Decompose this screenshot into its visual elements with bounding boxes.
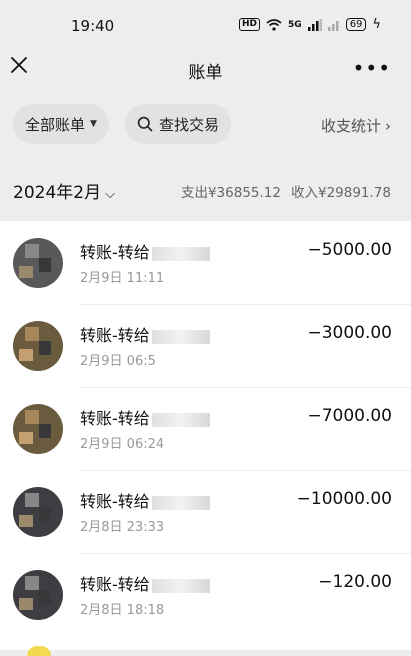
redacted-name xyxy=(151,578,210,593)
more-button[interactable]: ••• xyxy=(353,56,391,80)
transaction-date: 2月9日 06:24 xyxy=(80,437,165,452)
filter-bar: 全部账单 ▼ 查找交易 收支统计 › xyxy=(0,104,411,146)
transaction-amount: −5000.00 xyxy=(307,240,392,260)
search-icon xyxy=(137,116,153,132)
chevron-down-icon: ⌵ xyxy=(105,187,115,202)
wifi-icon xyxy=(266,18,282,31)
all-bills-label: 全部账单 xyxy=(25,115,86,134)
status-bar: 19:40 HD 5G 69 ϟ xyxy=(0,0,411,46)
transaction-title-text: 转账-转给 xyxy=(80,326,150,345)
transaction-date: 2月9日 06:5 xyxy=(80,354,156,369)
transaction-title-text: 转账-转给 xyxy=(80,492,150,511)
month-summary: 2024年2月 ⌵ 支出¥36855.12 收入¥29891.78 xyxy=(0,176,411,204)
page-title: 账单 xyxy=(188,63,223,83)
stats-label: 收支统计 xyxy=(320,117,381,135)
avatar xyxy=(13,570,63,620)
transaction-title: 转账-转给 xyxy=(80,571,210,595)
signal-weak-icon xyxy=(327,20,339,31)
status-icons: HD 5G 69 ϟ xyxy=(239,18,381,31)
transaction-title-text: 转账-转给 xyxy=(80,575,150,594)
redacted-name xyxy=(151,246,210,261)
avatar xyxy=(27,646,51,656)
redacted-name xyxy=(151,412,210,427)
transaction-date: 2月9日 11:11 xyxy=(80,271,165,286)
month-label: 2024年2月 xyxy=(13,183,102,203)
expense-total: 支出¥36855.12 xyxy=(180,185,281,201)
avatar xyxy=(13,404,63,454)
transaction-date: 2月8日 18:18 xyxy=(80,603,165,618)
redacted-name xyxy=(151,329,210,344)
status-time: 19:40 xyxy=(71,17,115,35)
transaction-title: 转账-转给 xyxy=(80,488,210,512)
transaction-title: 转账-转给 xyxy=(80,322,210,346)
transaction-amount: −3000.00 xyxy=(307,323,392,343)
signal-icon xyxy=(307,18,322,31)
transaction-date: 2月8日 23:33 xyxy=(80,520,165,535)
transaction-row[interactable]: 转账-转给 2月8日 18:18 −120.00 xyxy=(0,553,411,636)
redacted-name xyxy=(151,495,210,510)
signal-5g-label: 5G xyxy=(288,19,302,30)
battery-icon: 69 xyxy=(345,18,367,31)
month-totals: 支出¥36855.12 收入¥29891.78 xyxy=(181,181,391,201)
transaction-title-text: 转账-转给 xyxy=(80,243,150,262)
income-total: 收入¥29891.78 xyxy=(290,185,391,201)
transaction-amount: −10000.00 xyxy=(296,489,392,509)
transaction-amount: −120.00 xyxy=(318,572,392,592)
transaction-row[interactable]: 转账-转给 2月9日 06:24 −7000.00 xyxy=(0,387,411,470)
transaction-row[interactable]: 转账-转给 2月9日 11:11 −5000.00 xyxy=(0,221,411,304)
transaction-row[interactable]: 转账-转给 2月8日 23:33 −10000.00 xyxy=(0,470,411,553)
transaction-list: 转账-转给 2月9日 11:11 −5000.00 转账-转给 2月9日 06:… xyxy=(0,221,411,650)
charging-icon: ϟ xyxy=(372,16,381,32)
avatar xyxy=(13,321,63,371)
transaction-title: 转账-转给 xyxy=(80,405,210,429)
income-expense-stats-link[interactable]: 收支统计 › xyxy=(321,115,391,136)
search-transactions-label: 查找交易 xyxy=(158,115,219,134)
transaction-title-text: 转账-转给 xyxy=(80,409,150,428)
transaction-row[interactable]: 转账-转给 2月9日 06:5 −3000.00 xyxy=(0,304,411,387)
caret-down-icon: ▼ xyxy=(90,119,97,129)
avatar xyxy=(13,238,63,288)
transaction-title: 转账-转给 xyxy=(80,239,210,263)
chevron-right-icon: › xyxy=(385,117,391,135)
nav-bar: 账单 ••• xyxy=(0,46,411,90)
avatar xyxy=(13,487,63,537)
all-bills-dropdown[interactable]: 全部账单 ▼ xyxy=(13,104,109,144)
month-selector[interactable]: 2024年2月 ⌵ xyxy=(13,178,115,203)
transaction-amount: −7000.00 xyxy=(307,406,392,426)
hd-icon: HD xyxy=(239,18,261,31)
search-transactions-button[interactable]: 查找交易 xyxy=(125,104,231,144)
